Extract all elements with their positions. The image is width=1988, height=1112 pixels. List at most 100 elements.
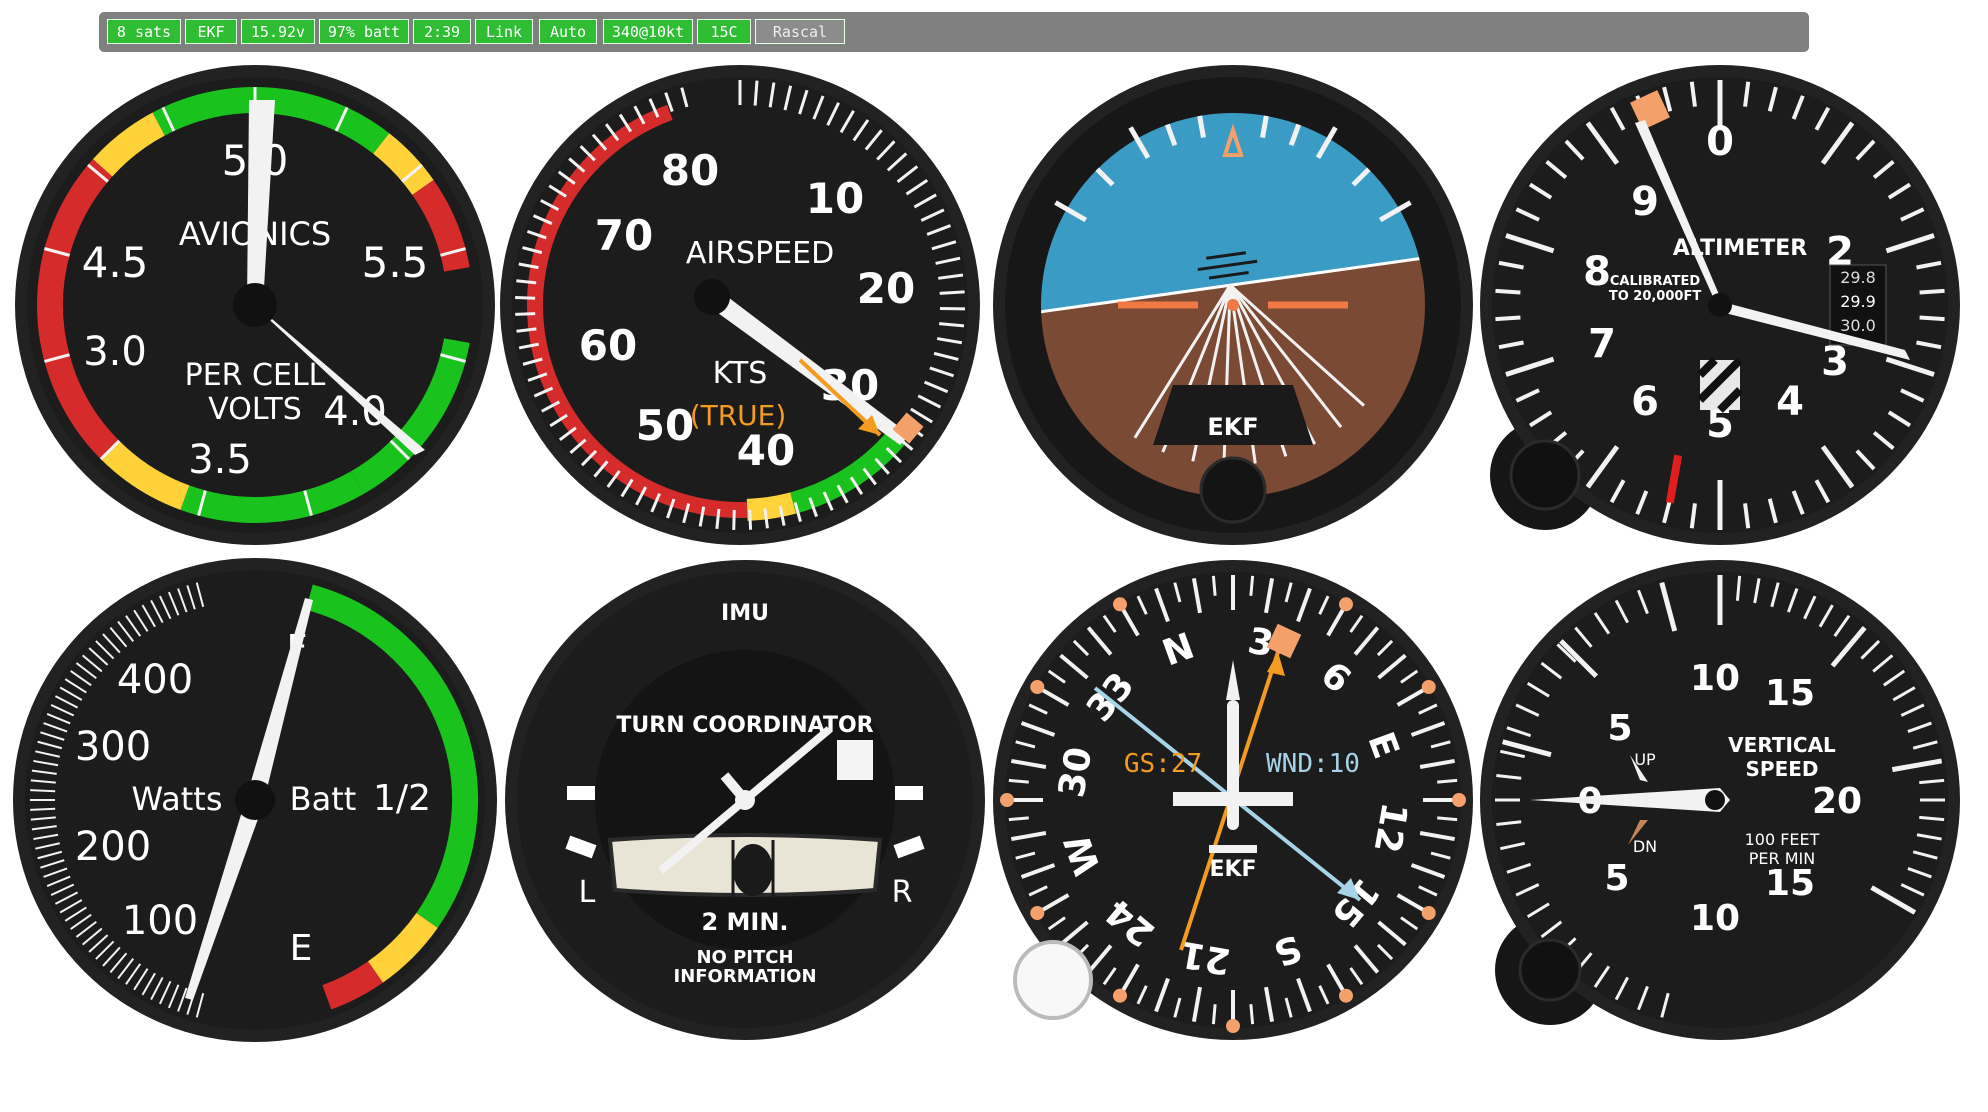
baro-value-3: 30.0 <box>1840 316 1876 335</box>
needle-hub <box>233 283 277 327</box>
vertical-speed-indicator: 5 10 15 20 5 10 15 0 UP DN VERTICAL SPEE… <box>1480 560 1960 1040</box>
heading-tick <box>1211 575 1217 596</box>
altimeter: 0 2 3 4 5 6 7 8 9 ALTIMETER CALIBRATED T… <box>1480 65 1960 545</box>
airspeed-label-70: 70 <box>595 211 653 260</box>
airspeed-label-10: 10 <box>806 174 864 223</box>
heading-tick <box>1008 816 1029 822</box>
altimeter-tick <box>1495 315 1521 322</box>
watts-label-200: 200 <box>75 824 151 870</box>
vsi-down-label-10: 10 <box>1690 898 1740 939</box>
avionics-label-4-5: 4.5 <box>82 238 149 287</box>
heading-index-marker <box>1339 597 1353 612</box>
vsi-up-label-20: 20 <box>1812 781 1862 822</box>
turn-flag <box>837 740 873 780</box>
ground-speed-readout: GS:27 <box>1124 749 1202 779</box>
airspeed-tick-minor <box>515 312 536 316</box>
altimeter-digit-3: 3 <box>1821 339 1849 385</box>
heading-index-marker <box>1421 680 1436 694</box>
cell-title-line2: VOLTS <box>208 392 302 427</box>
watts-label-400: 400 <box>117 657 193 703</box>
turn-source-label: IMU <box>721 601 769 626</box>
airspeed-label-20: 20 <box>857 264 915 313</box>
needle-hub <box>1708 293 1732 317</box>
altimeter-tick <box>1919 315 1945 322</box>
heading-index-marker <box>1113 988 1127 1003</box>
wind-readout: WND:10 <box>1266 749 1360 779</box>
airspeed-tick-minor <box>515 296 536 300</box>
watts-tick <box>30 789 56 793</box>
airspeed-units: KTS <box>713 356 768 391</box>
vsi-knob[interactable] <box>1518 938 1582 1002</box>
avionics-volts-gauge: 4.5 5.0 5.5 AVIONICS 3.0 3.5 4.0 PER CEL… <box>15 65 495 545</box>
heading-card-label: 30 <box>1051 744 1100 800</box>
airspeed-arc-yellow <box>746 492 796 521</box>
airspeed-tick-minor <box>748 509 753 530</box>
airspeed-tick-minor <box>715 508 721 529</box>
altimeter-digit-6: 6 <box>1631 379 1659 425</box>
vsi-up-label: UP <box>1634 750 1656 769</box>
turn-time-label: 2 MIN. <box>701 908 788 936</box>
turn-level-mark-right <box>895 786 923 800</box>
heading-index-marker <box>1000 793 1014 807</box>
altimeter-tick <box>1919 288 1945 295</box>
slip-ball[interactable] <box>733 844 773 896</box>
vsi-down-label: DN <box>1633 837 1657 856</box>
heading-index-marker <box>1113 597 1127 612</box>
attitude-indicator: EKF <box>993 65 1473 545</box>
heading-index-marker <box>1339 988 1353 1003</box>
vsi-down-label-15: 15 <box>1765 863 1815 904</box>
heading-set-knob[interactable] <box>1013 940 1093 1020</box>
watts-label-100: 100 <box>122 898 198 944</box>
vsi-up-label-15: 15 <box>1765 673 1815 714</box>
needle-hub <box>694 279 730 315</box>
turn-right-label: R <box>892 875 913 910</box>
altimeter-calibration-line2: TO 20,000FT <box>1609 289 1701 304</box>
vsi-down-label-5: 5 <box>1604 858 1629 899</box>
altimeter-digit-9: 9 <box>1631 179 1659 225</box>
heading-tick <box>1437 816 1458 822</box>
airspeed-tick <box>753 80 759 106</box>
airspeed-tick <box>939 290 965 295</box>
heading-tick <box>1211 1004 1217 1025</box>
airspeed-label-40: 40 <box>737 426 795 475</box>
avionics-label-5-5: 5.5 <box>362 238 429 287</box>
watts-label: Watts <box>132 780 223 818</box>
heading-source-label: EKF <box>1209 857 1256 882</box>
cell-label-3-5: 3.5 <box>188 437 252 483</box>
heading-index-marker <box>1452 793 1466 807</box>
vsi-title-line2: SPEED <box>1746 757 1819 781</box>
altimeter-low-warning <box>1697 357 1743 413</box>
baro-value-2: 29.9 <box>1840 292 1876 311</box>
vsi-up-label-5: 5 <box>1607 708 1632 749</box>
instrument-panel: 4.5 5.0 5.5 AVIONICS 3.0 3.5 4.0 PER CEL… <box>13 65 1960 1042</box>
cell-title-line1: PER CELL <box>185 358 326 393</box>
watts-tick <box>30 807 56 811</box>
heading-card-label: 12 <box>1366 799 1415 855</box>
airspeed-label-60: 60 <box>579 321 637 370</box>
heading-index-marker <box>1030 906 1045 920</box>
turn-level-mark-left <box>567 786 595 800</box>
baro-set-knob[interactable] <box>1509 439 1581 511</box>
cell-label-3-0: 3.0 <box>83 329 147 375</box>
turn-title: TURN COORDINATOR <box>616 713 873 738</box>
turn-note-line1: NO PITCH <box>696 947 793 968</box>
needle-hub <box>235 780 275 820</box>
turn-left-label: L <box>579 875 596 910</box>
altimeter-digit-4: 4 <box>1776 379 1804 425</box>
altimeter-digit-8: 8 <box>1583 249 1611 295</box>
altimeter-digit-7: 7 <box>1588 321 1616 367</box>
airspeed-true-label: (TRUE) <box>690 399 787 432</box>
attitude-source-label: EKF <box>1207 413 1258 441</box>
heading-tick <box>1008 778 1029 784</box>
turn-note-line2: INFORMATION <box>673 966 816 987</box>
turn-coordinator: IMU TURN COORDINATOR L R 2 MIN. NO PITCH… <box>505 560 985 1040</box>
airspeed-label-50: 50 <box>636 401 694 450</box>
aircraft-symbol-dot <box>1227 299 1239 311</box>
airspeed-title: AIRSPEED <box>686 236 834 271</box>
airspeed-label-80: 80 <box>661 146 719 195</box>
vsi-title-line1: VERTICAL <box>1728 733 1836 757</box>
attitude-adjust-knob[interactable] <box>1199 456 1267 524</box>
heading-index-marker <box>1030 680 1045 694</box>
vsi-up-label-10: 10 <box>1690 658 1740 699</box>
batt-label: Batt <box>290 780 357 818</box>
